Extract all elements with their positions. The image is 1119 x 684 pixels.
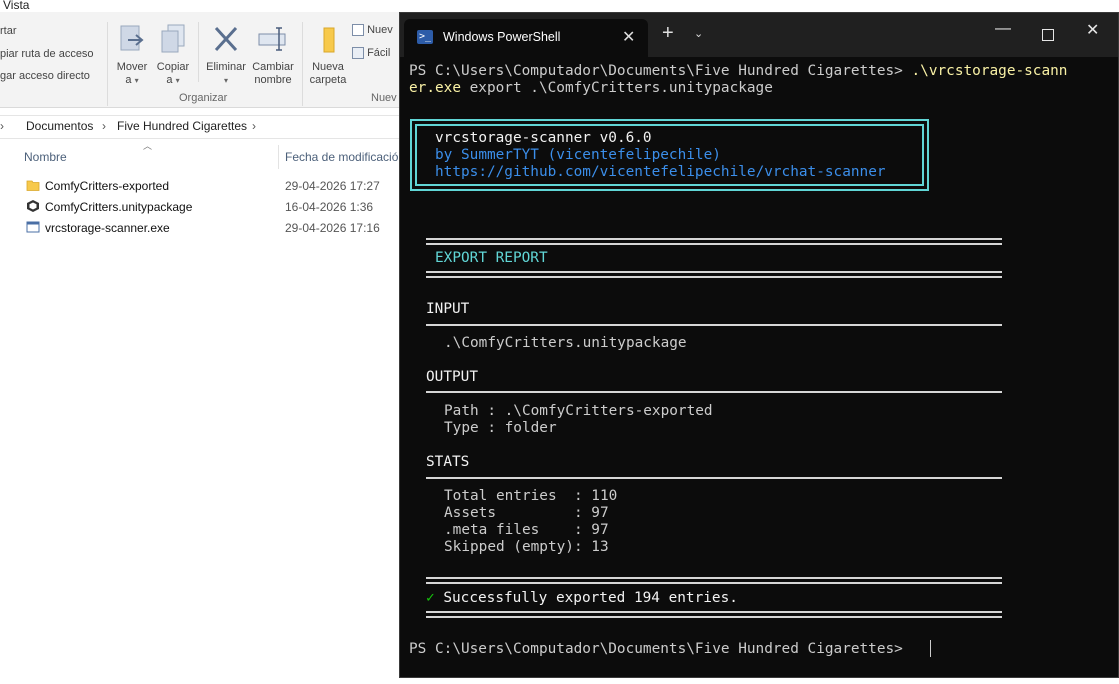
text-cursor <box>930 640 931 657</box>
breadcrumb-documentos[interactable]: Documentos <box>26 119 93 133</box>
group-label-organizar: Organizar <box>179 92 228 104</box>
output-type: Type : folder <box>444 420 557 436</box>
tab-title: Windows PowerShell <box>443 30 561 44</box>
stat-total-entries: Total entries : 110 <box>444 488 618 504</box>
file-name: vrcstorage-scanner.exe <box>45 221 170 235</box>
divider <box>426 477 1002 479</box>
exe-icon <box>26 221 40 233</box>
powershell-icon: >_ <box>417 30 433 44</box>
rename-icon <box>258 27 286 51</box>
output-path: Path : .\ComfyCritters-exported <box>444 403 713 419</box>
easy-access-icon <box>352 47 364 60</box>
powershell-window[interactable]: >_ Windows PowerShell ✕ + ⌄ — ✕ PS C:\Us… <box>399 12 1119 678</box>
easy-access-button[interactable]: Fácil <box>352 47 390 60</box>
double-divider <box>426 238 1002 245</box>
unity-package-icon <box>27 200 39 212</box>
file-date: 29-04-2026 17:16 <box>285 221 380 235</box>
maximize-icon[interactable] <box>1042 29 1054 41</box>
double-divider <box>426 611 1002 618</box>
chevron-right-icon: › <box>252 119 256 133</box>
stats-header: STATS <box>426 454 470 470</box>
tab-windows-powershell[interactable]: >_ Windows PowerShell ✕ <box>404 19 648 57</box>
file-row[interactable]: ComfyCritters.unitypackage 16-04-2026 1:… <box>24 197 404 217</box>
new-folder-button[interactable]: Nueva carpeta <box>307 24 349 87</box>
new-item-button[interactable]: Nuev <box>352 24 393 37</box>
ribbon-item-copiar-ruta[interactable]: piar ruta de acceso <box>0 48 94 60</box>
banner-url: https://github.com/vicentefelipechile/vr… <box>435 164 886 180</box>
file-date: 16-04-2026 1:36 <box>285 200 374 214</box>
minimize-icon[interactable]: — <box>995 21 1011 37</box>
new-folder-icon <box>323 27 335 53</box>
output-header: OUTPUT <box>426 369 478 385</box>
command-line-2: er.exe export .\ComfyCritters.unitypacka… <box>409 80 773 97</box>
ribbon-item-pegar-acceso[interactable]: gar acceso directo <box>0 70 90 82</box>
rename-button[interactable]: Cambiar nombre <box>250 24 296 87</box>
command-executable: .\vrcstorage-scann <box>911 63 1068 79</box>
copy-to-button[interactable]: Copiar a ▾ <box>155 24 191 87</box>
double-divider <box>426 577 1002 584</box>
copy-icon <box>161 24 185 53</box>
delete-x-icon <box>214 26 238 52</box>
file-name: ComfyCritters-exported <box>45 179 170 193</box>
title-bar[interactable]: >_ Windows PowerShell ✕ + ⌄ — ✕ <box>400 13 1118 57</box>
new-tab-plus-icon[interactable]: + <box>662 23 674 43</box>
input-value: .\ComfyCritters.unitypackage <box>444 335 687 351</box>
banner-version: vrcstorage-scanner v0.6.0 <box>435 130 652 146</box>
input-header: INPUT <box>426 301 470 317</box>
group-label-nuevo: Nuev <box>371 92 397 104</box>
command-line-1: PS C:\Users\Computador\Documents\Five Hu… <box>409 63 1067 80</box>
success-line: ✓ Successfully exported 194 entries. <box>426 590 738 607</box>
folder-icon <box>26 180 40 191</box>
column-header-date[interactable]: Fecha de modificació <box>285 150 398 164</box>
move-to-button[interactable]: Mover a ▾ <box>114 24 150 87</box>
success-message: Successfully exported 194 entries. <box>434 590 738 606</box>
divider <box>426 391 1002 393</box>
file-name: ComfyCritters.unitypackage <box>45 200 193 214</box>
command-args: export .\ComfyCritters.unitypackage <box>460 80 773 96</box>
chevron-right-icon: › <box>0 119 4 133</box>
final-prompt[interactable]: PS C:\Users\Computador\Documents\Five Hu… <box>409 641 912 658</box>
file-row[interactable]: ComfyCritters-exported 29-04-2026 17:27 <box>24 176 404 196</box>
ribbon-item-cortar[interactable]: rtar <box>0 25 17 37</box>
prompt: PS C:\Users\Computador\Documents\Five Hu… <box>409 63 912 79</box>
divider <box>426 324 1002 326</box>
stat-meta-files: .meta files : 97 <box>444 522 609 538</box>
menu-tab-vista[interactable]: Vista <box>3 0 29 12</box>
chevron-down-icon[interactable]: ⌄ <box>694 27 703 40</box>
check-icon: ✓ <box>426 590 435 606</box>
file-row[interactable]: vrcstorage-scanner.exe 29-04-2026 17:16 <box>24 218 404 238</box>
move-icon <box>120 25 144 51</box>
delete-button[interactable]: Eliminar ▾ <box>203 24 249 87</box>
banner-author: by SummerTYT (vicentefelipechile) <box>435 147 721 163</box>
close-tab-icon[interactable]: ✕ <box>622 27 635 47</box>
sort-ascending-icon: ︿ <box>143 141 153 151</box>
stat-assets: Assets : 97 <box>444 505 609 521</box>
command-executable-cont: er.exe <box>409 80 461 96</box>
new-item-icon <box>352 24 364 37</box>
close-window-icon[interactable]: ✕ <box>1086 23 1099 39</box>
double-divider <box>426 271 1002 278</box>
breadcrumb-five-hundred-cigarettes[interactable]: Five Hundred Cigarettes <box>117 119 247 133</box>
column-header-name[interactable]: Nombre <box>24 150 67 164</box>
report-title: EXPORT REPORT <box>435 250 548 266</box>
stat-skipped: Skipped (empty): 13 <box>444 539 609 555</box>
file-date: 29-04-2026 17:27 <box>285 179 380 193</box>
chevron-right-icon: › <box>102 119 106 133</box>
